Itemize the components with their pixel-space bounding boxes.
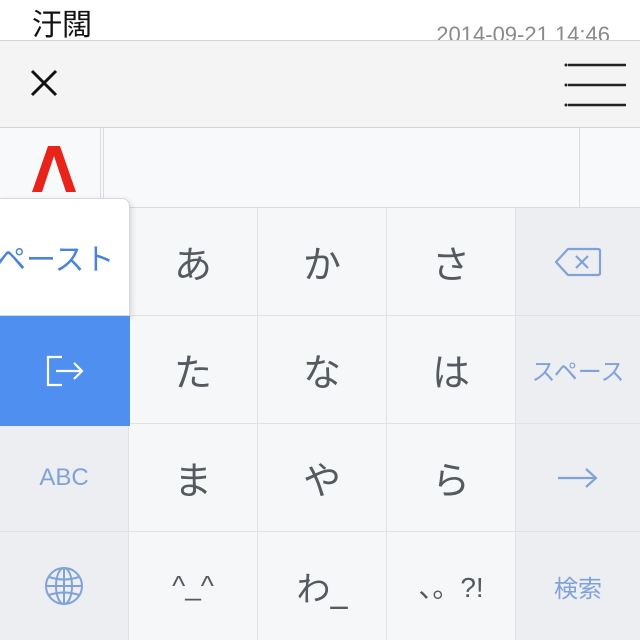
key-ya[interactable]: や xyxy=(258,424,387,532)
key-label: 、。?! xyxy=(418,572,484,603)
globe-icon xyxy=(45,567,83,605)
candidate-area[interactable] xyxy=(108,128,580,208)
close-button[interactable] xyxy=(22,61,66,105)
key-na[interactable]: な xyxy=(258,316,387,424)
key-label: ^_^ xyxy=(172,570,214,601)
key-emoticon[interactable]: ^_^ xyxy=(129,532,258,640)
edit-popup-menu: ペースト xyxy=(0,198,130,426)
search-key[interactable]: 検索 xyxy=(516,532,640,640)
note-header: 汙闊 2014-09-21 14:46 xyxy=(0,0,640,40)
key-label: ら xyxy=(431,459,470,503)
key-label: わ_ xyxy=(296,569,348,610)
key-label: あ xyxy=(173,243,212,287)
atok-logo-button[interactable] xyxy=(0,128,104,208)
key-label: さ xyxy=(431,243,470,287)
key-ma[interactable]: ま xyxy=(129,424,258,532)
arrow-right-icon xyxy=(558,467,598,488)
exit-icon xyxy=(46,355,84,387)
key-label: た xyxy=(173,351,212,395)
key-ta[interactable]: た xyxy=(129,316,258,424)
search-label: 検索 xyxy=(554,574,602,603)
key-label: な xyxy=(302,351,341,395)
abc-key[interactable]: ABC xyxy=(0,424,129,532)
paste-label: ペースト xyxy=(0,243,115,278)
candidate-bar xyxy=(0,128,640,208)
keyboard-toolbar xyxy=(0,40,640,128)
note-date: 2014-09-21 14:46 xyxy=(436,22,610,40)
key-punctuation[interactable]: 、。?! xyxy=(387,532,516,640)
arrow-right-key[interactable] xyxy=(516,424,640,532)
globe-key[interactable] xyxy=(0,532,129,640)
backspace-icon xyxy=(554,247,602,276)
key-label: ま xyxy=(173,459,212,503)
key-label: や xyxy=(302,459,341,503)
key-a[interactable]: あ xyxy=(129,208,258,316)
key-wa[interactable]: わ_ xyxy=(258,532,387,640)
note-title: 汙闊 xyxy=(32,8,92,40)
space-label: スペース xyxy=(531,358,625,386)
paste-button[interactable]: ペースト xyxy=(0,198,130,316)
key-sa[interactable]: さ xyxy=(387,208,516,316)
abc-label: ABC xyxy=(39,463,89,491)
menu-icon xyxy=(564,63,626,107)
key-ka[interactable]: か xyxy=(258,208,387,316)
key-ha[interactable]: は xyxy=(387,316,516,424)
close-icon xyxy=(30,69,58,97)
exit-button[interactable] xyxy=(0,316,130,426)
key-label: は xyxy=(431,351,470,395)
key-label: か xyxy=(302,243,341,287)
backspace-key[interactable] xyxy=(516,208,640,316)
space-key[interactable]: スペース xyxy=(516,316,640,424)
atok-logo-icon xyxy=(32,146,76,192)
key-ra[interactable]: ら xyxy=(387,424,516,532)
menu-button[interactable] xyxy=(560,59,630,111)
